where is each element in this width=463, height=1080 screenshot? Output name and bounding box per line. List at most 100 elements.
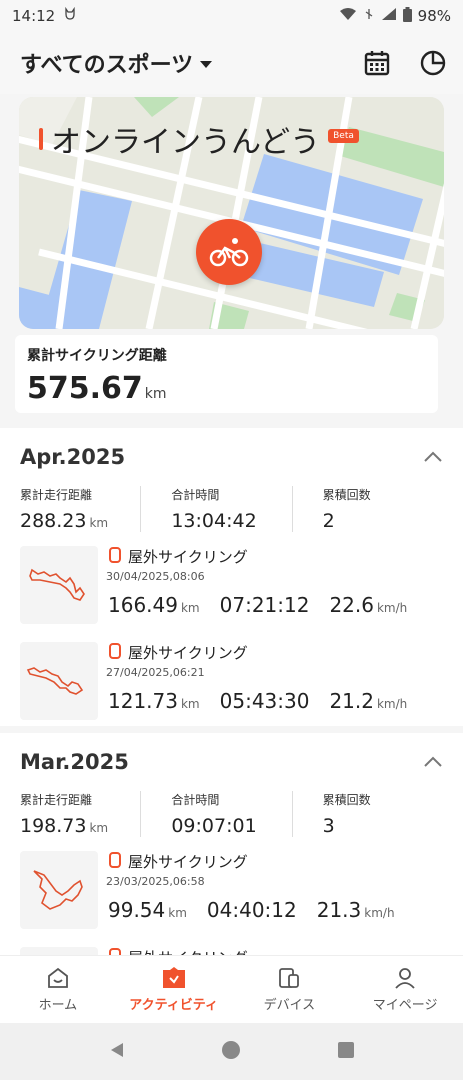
recents-icon[interactable] — [337, 1041, 355, 1063]
stat-label: 累積回数 — [322, 488, 371, 502]
stat-value: 09:07:01 — [171, 815, 257, 837]
activity-speed: 22.6 — [329, 593, 374, 617]
online-exercise-label: オンラインうんどう — [51, 125, 321, 160]
online-exercise-banner[interactable]: オンラインうんどう Beta — [19, 97, 444, 329]
statistics-button[interactable] — [419, 49, 447, 77]
total-distance-unit: km — [144, 386, 167, 402]
notification-icon — [63, 6, 77, 25]
activity-duration: 04:40:12 — [206, 898, 297, 922]
stat-value: 2 — [322, 510, 335, 532]
wifi-icon — [339, 7, 357, 25]
calendar-icon — [364, 51, 390, 76]
activity-speed: 21.3 — [316, 898, 362, 922]
stat-label: 累積回数 — [322, 793, 371, 807]
distance-unit: km — [180, 601, 200, 615]
stat-time: 合計時間 13:04:42 — [140, 486, 291, 532]
bicycle-icon — [209, 238, 249, 267]
stat-distance: 累計走行距離 288.23 km — [20, 486, 140, 532]
speed-unit: km/h — [376, 601, 408, 615]
stat-value: 198.73 — [20, 815, 87, 837]
distance-unit: km — [168, 906, 187, 920]
status-time: 14:12 — [12, 7, 56, 25]
title-accent-bar — [39, 128, 43, 150]
route-thumbnail — [20, 947, 98, 955]
route-thumbnail — [20, 546, 98, 624]
stat-time: 合計時間 09:07:01 — [140, 791, 291, 837]
activity-distance: 121.73 — [108, 689, 178, 713]
stat-label: 合計時間 — [171, 793, 220, 807]
activity-distance: 99.54 — [108, 898, 166, 922]
month-section-mar: Mar.2025 累計走行距離 198.73 km 合計時間 09:07:01 累… — [0, 733, 463, 955]
stat-label: 累計走行距離 — [20, 488, 93, 502]
speed-unit: km/h — [364, 906, 395, 920]
start-cycling-button[interactable] — [196, 219, 262, 285]
stat-label: 累計走行距離 — [20, 793, 93, 807]
caret-down-icon — [199, 51, 213, 76]
home-icon — [47, 967, 68, 988]
mute-icon — [363, 7, 375, 25]
total-distance-value: 575.67 — [27, 371, 143, 406]
stat-count: 累積回数 3 — [291, 791, 443, 837]
system-nav-bar — [0, 1023, 463, 1080]
watch-icon — [108, 851, 122, 872]
nav-devices-label: デバイス — [263, 998, 316, 1013]
stat-value: 288.23 — [20, 510, 87, 532]
activity-title: 屋外サイクリング — [128, 853, 248, 871]
nav-activity-label: アクティビティ — [129, 998, 219, 1013]
nav-home-label: ホーム — [38, 998, 78, 1013]
stat-value: 3 — [322, 815, 335, 837]
route-thumbnail — [20, 642, 98, 720]
signal-icon — [381, 7, 397, 25]
month-stats: 累計走行距離 198.73 km 合計時間 09:07:01 累積回数 3 — [20, 791, 443, 837]
calendar-button[interactable] — [363, 49, 391, 77]
activity-title: 屋外サイクリング — [128, 644, 248, 662]
stat-value: 13:04:42 — [171, 510, 257, 532]
activity-item[interactable]: 屋外サイクリング 27/04/2025,06:21 121.73 km 05:43… — [20, 642, 443, 724]
activity-distance: 166.49 — [108, 593, 178, 617]
activity-item[interactable]: 屋外サイクリング 23/03/2025,06:58 99.54 km 04:40:… — [20, 851, 443, 933]
collapse-chevron-icon[interactable] — [423, 753, 443, 772]
month-section-apr: Apr.2025 累計走行距離 288.23 km 合計時間 13:04:42 累… — [0, 428, 463, 726]
nav-activity[interactable]: アクティビティ — [116, 956, 232, 1023]
sport-filter-label: すべてのスポーツ — [20, 53, 194, 78]
watch-icon — [108, 642, 122, 663]
user-icon — [395, 968, 415, 989]
watch-icon — [108, 546, 122, 567]
activity-date: 23/03/2025,06:58 — [106, 875, 205, 888]
stat-unit: km — [89, 516, 109, 530]
month-stats: 累計走行距離 288.23 km 合計時間 13:04:42 累積回数 2 — [20, 486, 443, 532]
battery-level: 98% — [417, 7, 451, 25]
nav-home[interactable]: ホーム — [0, 956, 116, 1023]
total-distance: 575.67 km — [27, 371, 426, 406]
distance-unit: km — [180, 697, 200, 711]
stat-unit: km — [89, 821, 109, 835]
speed-unit: km/h — [376, 697, 408, 711]
nav-devices[interactable]: デバイス — [232, 956, 348, 1023]
activity-icon — [162, 967, 185, 988]
sport-filter-dropdown[interactable]: すべてのスポーツ — [20, 47, 213, 79]
month-title: Apr.2025 — [20, 445, 126, 469]
online-exercise-title: オンラインうんどう Beta — [39, 117, 359, 161]
activity-date: 30/04/2025,08:06 — [106, 570, 205, 583]
activity-item[interactable]: 屋外サイクリング 30/04/2025,08:06 166.49 km 07:21… — [20, 546, 443, 628]
activity-duration: 05:43:30 — [219, 689, 310, 713]
battery-icon — [402, 6, 412, 26]
status-bar: 14:12 98% — [0, 0, 463, 32]
collapse-chevron-icon[interactable] — [423, 448, 443, 467]
activity-item[interactable]: 屋外サイクリング — [20, 947, 443, 955]
home-circle-icon[interactable] — [221, 1040, 241, 1064]
header: すべてのスポーツ — [0, 32, 463, 94]
activity-speed: 21.2 — [329, 689, 374, 713]
stat-label: 合計時間 — [171, 488, 220, 502]
devices-icon — [279, 968, 300, 988]
pie-chart-icon — [420, 50, 446, 76]
beta-badge: Beta — [328, 129, 359, 143]
back-icon[interactable] — [108, 1041, 126, 1063]
stat-count: 累積回数 2 — [291, 486, 443, 532]
bottom-nav: ホーム アクティビティ デバイス マイページ — [0, 955, 463, 1023]
nav-mypage[interactable]: マイページ — [347, 956, 463, 1023]
route-thumbnail — [20, 851, 98, 929]
total-distance-label: 累計サイクリング距離 — [27, 348, 167, 364]
activity-duration: 07:21:12 — [219, 593, 310, 617]
activity-date: 27/04/2025,06:21 — [106, 666, 205, 679]
